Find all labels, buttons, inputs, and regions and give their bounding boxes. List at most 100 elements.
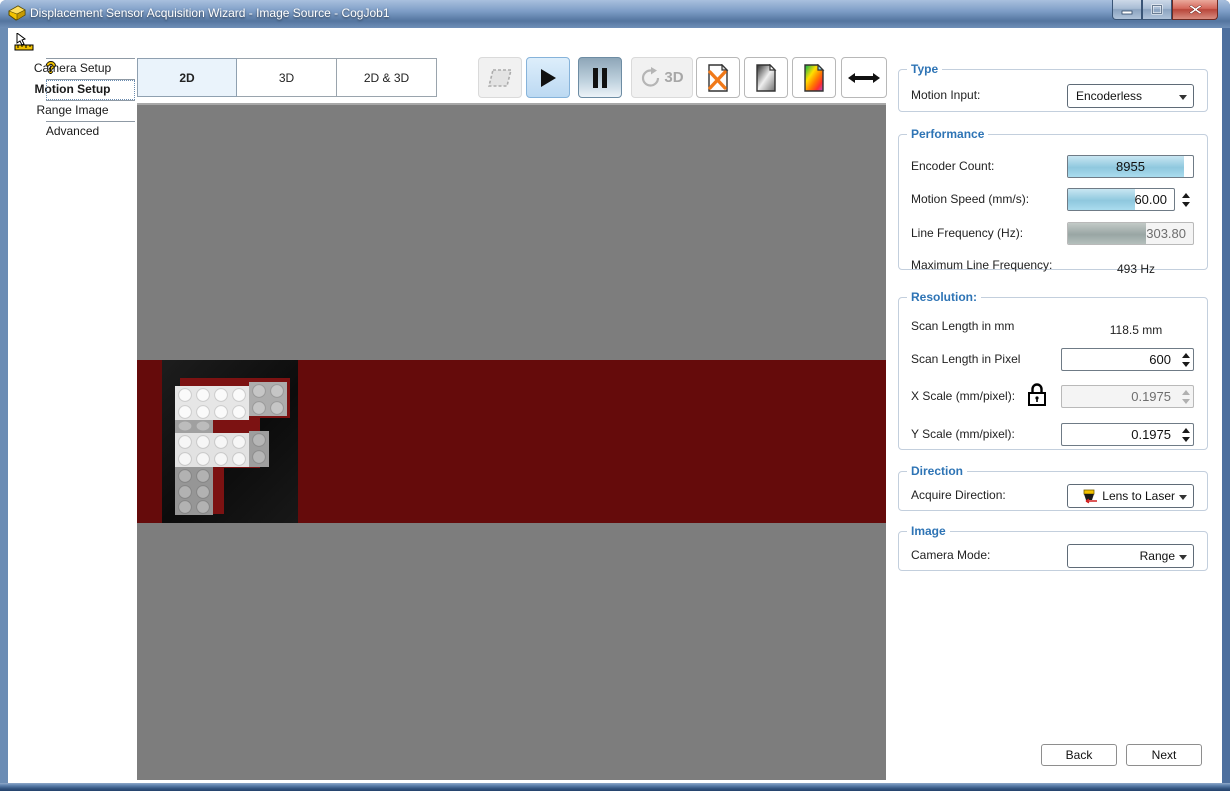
tab-label: 2D & 3D xyxy=(364,71,409,85)
acquire-direction-dropdown[interactable]: Lens to Laser xyxy=(1067,484,1194,508)
y-scale-label: Y Scale (mm/pixel): xyxy=(911,427,1015,441)
x-scale-value: 0.1975 xyxy=(1131,389,1171,404)
performance-group: Performance Encoder Count: 8955 Motion S… xyxy=(898,127,1208,270)
y-scale-value: 0.1975 xyxy=(1131,427,1171,442)
tab-3d[interactable]: 3D xyxy=(237,58,337,97)
dashed-parallelogram-icon xyxy=(487,68,513,88)
maximize-button[interactable] xyxy=(1142,0,1172,20)
horizontal-arrow-icon xyxy=(847,71,881,85)
sidebar-item-label: Range Image xyxy=(36,103,108,117)
scan-length-px-spinner[interactable] xyxy=(1179,348,1193,371)
minimize-button[interactable] xyxy=(1112,0,1142,20)
view-tab-bar: 2D 3D 2D & 3D xyxy=(137,58,437,97)
page-grayscale-icon xyxy=(754,64,778,92)
max-line-frequency-value: 493 Hz xyxy=(1096,262,1176,276)
motion-speed-value: 60.00 xyxy=(1134,192,1167,207)
scan-length-px-label: Scan Length in Pixel xyxy=(911,352,1020,366)
acquire-direction-value: Lens to Laser xyxy=(1102,489,1175,503)
spin-up-icon[interactable] xyxy=(1182,353,1190,358)
line-frequency-value: 303.80 xyxy=(1146,226,1186,241)
motion-speed-progress xyxy=(1068,189,1135,210)
grayscale-view-button[interactable] xyxy=(744,57,788,98)
tab-2d[interactable]: 2D xyxy=(137,58,237,97)
line-frequency-label: Line Frequency (Hz): xyxy=(911,226,1023,240)
sidebar-item-range-image[interactable]: Range Image xyxy=(8,100,137,121)
motion-input-value: Encoderless xyxy=(1076,89,1142,103)
scan-length-px-field[interactable]: 600 xyxy=(1061,348,1194,371)
spin-down-icon[interactable] xyxy=(1182,362,1190,367)
window-content: ? Camera Setup Motion Setup Range Image … xyxy=(8,28,1222,783)
spin-up-icon[interactable] xyxy=(1182,428,1190,433)
color-view-button[interactable] xyxy=(792,57,836,98)
no-image-button[interactable] xyxy=(696,57,740,98)
resolution-group-title: Resolution: xyxy=(907,290,981,304)
x-scale-label: X Scale (mm/pixel): xyxy=(911,389,1015,403)
chevron-down-icon xyxy=(1179,95,1187,100)
motion-speed-label: Motion Speed (mm/s): xyxy=(911,192,1029,206)
resolution-group: Resolution: Scan Length in mm 118.5 mm S… xyxy=(898,290,1208,450)
motion-input-label: Motion Input: xyxy=(911,88,980,102)
y-scale-spinner[interactable] xyxy=(1179,423,1193,446)
sidebar-item-camera-setup[interactable]: Camera Setup xyxy=(8,58,137,79)
lens-to-laser-icon xyxy=(1083,489,1100,504)
close-icon xyxy=(1189,4,1202,15)
refresh-3d-button: 3D xyxy=(631,57,693,98)
x-scale-field: 0.1975 xyxy=(1061,385,1194,408)
maximize-icon xyxy=(1151,4,1163,15)
wizard-steps-sidebar: Camera Setup Motion Setup Range Image Ad… xyxy=(8,58,137,142)
page-x-icon xyxy=(706,64,730,92)
play-button[interactable] xyxy=(526,57,570,98)
encoder-count-value: 8955 xyxy=(1068,159,1193,174)
scan-length-mm-label: Scan Length in mm xyxy=(911,319,1014,333)
scan-object-region xyxy=(162,360,298,523)
spin-down-icon[interactable] xyxy=(1182,202,1190,207)
y-scale-field[interactable]: 0.1975 xyxy=(1061,423,1194,446)
type-group: Type Motion Input: Encoderless xyxy=(898,62,1208,112)
back-button[interactable]: Back xyxy=(1041,744,1117,766)
page-rainbow-icon xyxy=(802,64,826,92)
tab-2d-and-3d[interactable]: 2D & 3D xyxy=(337,58,437,97)
motion-speed-spinner[interactable] xyxy=(1179,188,1193,211)
title-bar: Displacement Sensor Acquisition Wizard -… xyxy=(0,0,1230,28)
refresh-3d-label: 3D xyxy=(664,69,683,86)
encoder-count-label: Encoder Count: xyxy=(911,159,994,173)
encoder-count-field[interactable]: 8955 xyxy=(1067,155,1194,178)
camera-mode-dropdown[interactable]: Range xyxy=(1067,544,1194,568)
chevron-down-icon xyxy=(1179,495,1187,500)
line-frequency-field: 303.80 xyxy=(1067,222,1194,245)
scan-band xyxy=(137,360,886,523)
sidebar-item-motion-setup[interactable]: Motion Setup xyxy=(8,79,137,100)
lock-icon[interactable] xyxy=(1027,383,1047,407)
tab-label: 3D xyxy=(279,71,294,85)
image-group: Image Camera Mode: Range xyxy=(898,524,1208,571)
range-image-viewport xyxy=(137,103,886,780)
refresh-icon xyxy=(640,67,662,89)
sidebar-item-advanced[interactable]: Advanced xyxy=(8,121,137,142)
motion-speed-field[interactable]: 60.00 xyxy=(1067,188,1175,211)
motion-input-dropdown[interactable]: Encoderless xyxy=(1067,84,1194,108)
spin-down-icon[interactable] xyxy=(1182,437,1190,442)
app-icon xyxy=(8,5,26,23)
app-window: Displacement Sensor Acquisition Wizard -… xyxy=(0,0,1230,791)
scan-length-px-value: 600 xyxy=(1149,352,1171,367)
chevron-down-icon xyxy=(1179,555,1187,560)
performance-group-title: Performance xyxy=(907,127,988,141)
play-icon xyxy=(539,68,557,88)
fit-width-button[interactable] xyxy=(841,57,887,98)
scan-length-mm-value: 118.5 mm xyxy=(1096,323,1176,337)
tab-label: 2D xyxy=(179,71,194,85)
pause-icon xyxy=(592,68,608,88)
x-scale-spinner xyxy=(1179,385,1193,408)
measure-tool-icon[interactable] xyxy=(14,33,36,51)
spin-up-icon[interactable] xyxy=(1182,193,1190,198)
next-button[interactable]: Next xyxy=(1126,744,1202,766)
camera-mode-label: Camera Mode: xyxy=(911,548,990,562)
sidebar-item-label: Motion Setup xyxy=(35,82,111,96)
line-frequency-progress xyxy=(1068,223,1146,244)
sidebar-item-label: Camera Setup xyxy=(34,61,111,75)
sidebar-item-label: Advanced xyxy=(46,124,99,138)
direction-group: Direction Acquire Direction: Lens to Las… xyxy=(898,464,1208,511)
pause-button[interactable] xyxy=(578,57,622,98)
close-button[interactable] xyxy=(1172,0,1218,20)
region-select-button xyxy=(478,57,522,98)
